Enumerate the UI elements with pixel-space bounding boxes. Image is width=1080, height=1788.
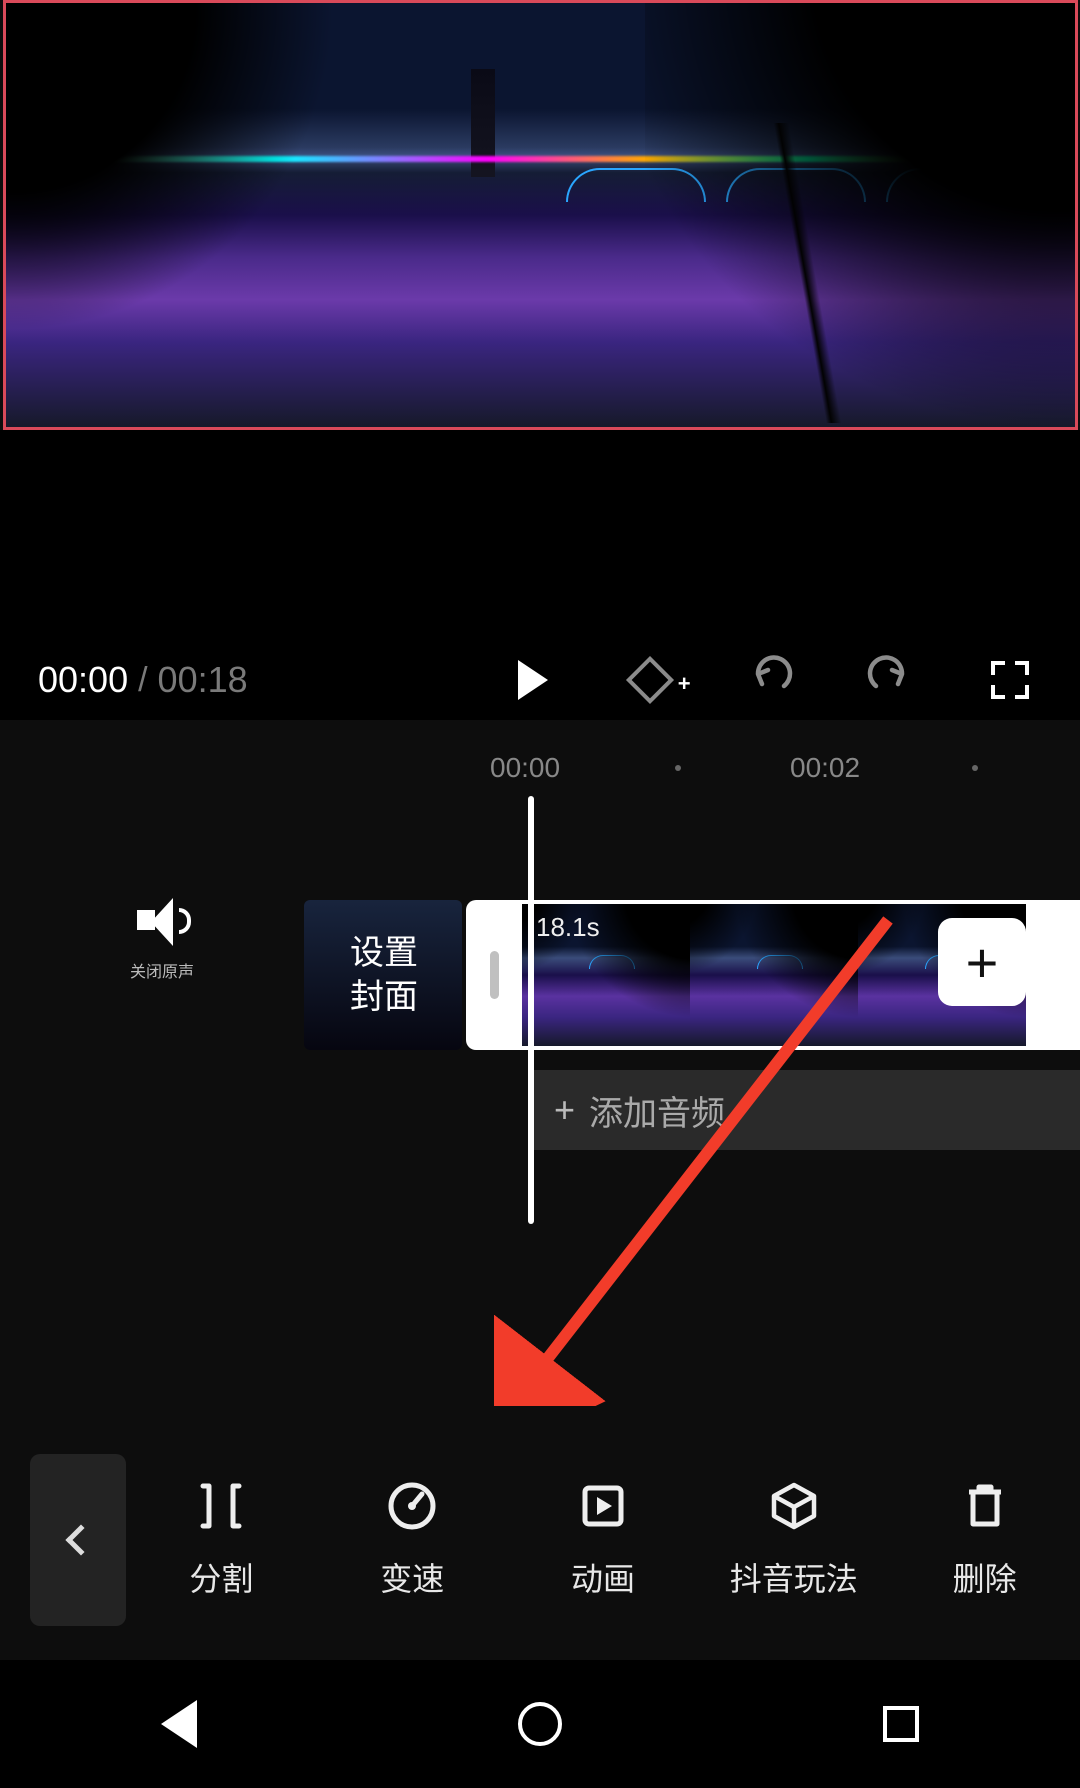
ruler-mark: 00:02	[790, 752, 860, 784]
cube-icon	[768, 1480, 820, 1532]
chevron-left-icon	[65, 1524, 96, 1555]
douyin-effects-button[interactable]: 抖音玩法	[698, 1480, 889, 1600]
play-icon	[518, 660, 548, 700]
ruler-dot	[675, 765, 681, 771]
ruler-mark: 00:00	[490, 752, 560, 784]
keyframe-icon: +	[626, 656, 674, 704]
animation-button[interactable]: 动画	[508, 1480, 699, 1600]
undo-button[interactable]	[738, 648, 802, 712]
fullscreen-button[interactable]	[978, 648, 1042, 712]
square-icon	[883, 1706, 919, 1742]
delete-button[interactable]: 删除	[889, 1480, 1080, 1600]
android-navbar	[0, 1660, 1080, 1788]
playhead[interactable]	[528, 796, 534, 1224]
split-icon	[195, 1480, 247, 1532]
fullscreen-icon	[991, 661, 1029, 699]
playback-bar: 00:00 / 00:18 +	[0, 640, 1080, 720]
timeline[interactable]: 关闭原声 设置 封面 18.1s + + 添加音频	[0, 820, 1080, 1410]
timeline-ruler[interactable]: 00:00 00:02	[0, 740, 1080, 796]
play-button[interactable]	[498, 648, 562, 712]
mute-toggle[interactable]: 关闭原声	[130, 900, 194, 982]
plus-icon: +	[554, 1089, 575, 1131]
preview-image	[6, 3, 1075, 427]
nav-back-button[interactable]	[161, 1700, 197, 1748]
video-preview[interactable]	[3, 0, 1078, 430]
back-button[interactable]	[30, 1454, 126, 1626]
trash-icon	[959, 1480, 1011, 1532]
nav-recents-button[interactable]	[883, 1706, 919, 1742]
redo-icon	[864, 654, 916, 706]
nav-home-button[interactable]	[518, 1702, 562, 1746]
keyframe-button[interactable]: +	[618, 648, 682, 712]
speed-icon	[386, 1480, 438, 1532]
add-clip-button[interactable]: +	[938, 918, 1026, 1006]
undo-icon	[744, 654, 796, 706]
time-current: 00:00	[38, 659, 128, 701]
speaker-icon	[133, 900, 191, 942]
add-audio-button[interactable]: + 添加音频	[530, 1070, 1080, 1150]
animation-icon	[577, 1480, 629, 1532]
clip-duration: 18.1s	[536, 912, 600, 943]
plus-icon: +	[966, 930, 999, 995]
bottom-toolbar: 分割 变速 动画 抖音玩法 删除	[0, 1430, 1080, 1650]
circle-icon	[518, 1702, 562, 1746]
time-separator: /	[138, 661, 147, 700]
split-button[interactable]: 分割	[126, 1480, 317, 1600]
speed-button[interactable]: 变速	[317, 1480, 508, 1600]
time-total: 00:18	[158, 659, 248, 701]
add-audio-label: 添加音频	[589, 1086, 725, 1135]
triangle-icon	[161, 1700, 197, 1748]
ruler-dot	[972, 765, 978, 771]
redo-button[interactable]	[858, 648, 922, 712]
clip-handle-left[interactable]	[466, 900, 522, 1050]
mute-label: 关闭原声	[130, 958, 194, 982]
set-cover-button[interactable]: 设置 封面	[304, 900, 462, 1050]
